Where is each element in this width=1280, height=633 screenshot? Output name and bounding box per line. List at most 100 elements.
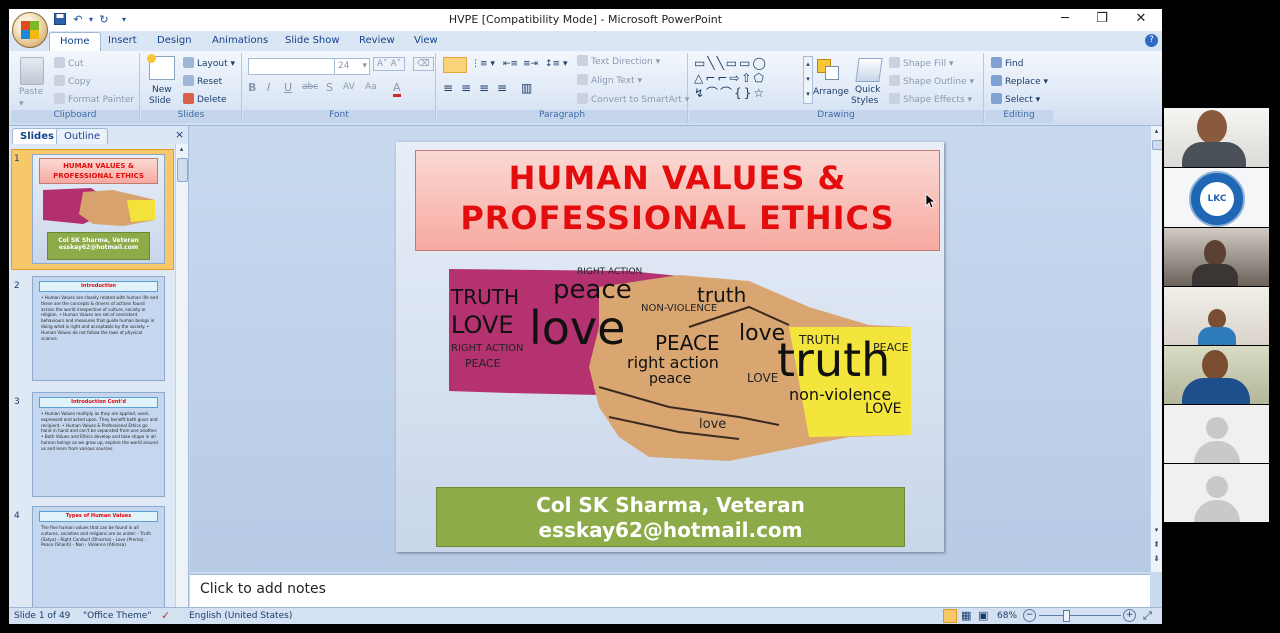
quick-styles-icon[interactable]: [855, 58, 883, 82]
numbering-icon[interactable]: ⋮≡ ▾: [471, 59, 495, 69]
shapes-scroll[interactable]: ▴ ▾ ▾: [803, 56, 813, 104]
shadow-button[interactable]: S: [326, 81, 333, 94]
find-button[interactable]: Find: [991, 57, 1023, 69]
bullets-icon[interactable]: [443, 57, 467, 73]
zoom-out-icon[interactable]: −: [1023, 609, 1036, 622]
format-painter-button[interactable]: Format Painter: [54, 93, 134, 105]
align-center-icon[interactable]: ≡: [461, 81, 471, 95]
align-right-icon[interactable]: ≡: [479, 81, 489, 95]
notes-pane[interactable]: Click to add notes: [190, 574, 1150, 608]
font-color-button[interactable]: A: [393, 81, 401, 97]
font-size-box[interactable]: 24 ▾: [334, 58, 370, 75]
arrange-icon[interactable]: [817, 59, 839, 80]
previous-slide-icon[interactable]: ⇞: [1152, 540, 1161, 552]
tab-review[interactable]: Review: [359, 35, 395, 46]
justify-icon[interactable]: ≡: [497, 81, 507, 95]
spellcheck-icon[interactable]: ✓: [161, 609, 170, 622]
delete-slide-button[interactable]: Delete: [183, 93, 227, 105]
tab-slide-show[interactable]: Slide Show: [285, 35, 340, 46]
text-direction-button[interactable]: Text Direction ▾: [577, 55, 660, 67]
normal-view-icon[interactable]: [943, 609, 957, 623]
slide-sorter-icon[interactable]: ▦: [961, 609, 971, 622]
tab-animations[interactable]: Animations: [212, 35, 268, 46]
participant-video-1[interactable]: [1164, 108, 1269, 167]
participant-video-5[interactable]: [1164, 346, 1269, 404]
redo-icon[interactable]: ↻: [97, 13, 111, 27]
slide-thumb-4[interactable]: Types of Human Values The five human val…: [32, 506, 165, 608]
quick-styles-label-2[interactable]: Styles: [851, 96, 878, 106]
participant-video-4[interactable]: [1164, 287, 1269, 345]
restore-button[interactable]: ❐: [1084, 9, 1120, 31]
paste-button[interactable]: Paste: [19, 87, 43, 97]
decrease-indent-icon[interactable]: ⇤≡: [503, 59, 518, 69]
slide-thumb-2[interactable]: Introduction • Human Values are closely …: [32, 276, 165, 381]
cut-button[interactable]: Cut: [54, 57, 84, 69]
italic-button[interactable]: I: [267, 81, 270, 94]
paste-dropdown-icon[interactable]: ▾: [19, 99, 24, 109]
char-spacing-button[interactable]: AV: [343, 82, 355, 92]
zoom-level[interactable]: 68%: [997, 611, 1017, 621]
undo-icon[interactable]: ↶: [71, 13, 85, 27]
columns-icon[interactable]: ▥: [521, 81, 532, 95]
slide-thumb-1[interactable]: HUMAN VALUES & PROFESSIONAL ETHICS Col S…: [32, 154, 165, 264]
handshake-wordcloud-image[interactable]: TRUTH peace RIGHT ACTION LOVE love NON-V…: [449, 267, 911, 462]
fit-to-window-icon[interactable]: ⤢: [1143, 609, 1152, 623]
bold-button[interactable]: B: [248, 81, 256, 94]
replace-button[interactable]: Replace ▾: [991, 75, 1048, 87]
quick-styles-label-1[interactable]: Quick: [855, 85, 880, 95]
scroll-thumb[interactable]: [177, 158, 188, 182]
shape-fill-button[interactable]: Shape Fill ▾: [889, 57, 953, 69]
slide-thumb-3[interactable]: Introduction Cont'd • Human Values multi…: [32, 392, 165, 497]
grow-font-button[interactable]: A˄ A˅: [373, 57, 406, 71]
shapes-gallery[interactable]: ▭╲╲▭▭◯ △⌐⌐⇨⇧⬠ ↯⌒⌒{}☆: [694, 56, 802, 102]
new-slide-label-2[interactable]: Slide: [149, 96, 171, 106]
new-slide-label-1[interactable]: New: [152, 85, 172, 95]
tab-outline[interactable]: Outline: [56, 128, 109, 144]
minimize-button[interactable]: ─: [1047, 9, 1083, 31]
tab-slides[interactable]: Slides: [12, 128, 62, 144]
arrange-button[interactable]: Arrange: [813, 87, 849, 97]
strikethrough-button[interactable]: abc: [302, 82, 318, 92]
tab-view[interactable]: View: [414, 35, 438, 46]
slide-title-box[interactable]: HUMAN VALUES & PROFESSIONAL ETHICS: [415, 150, 940, 251]
copy-button[interactable]: Copy: [54, 75, 91, 87]
customize-qat-icon[interactable]: ▾: [117, 13, 131, 27]
shape-effects-button[interactable]: Shape Effects ▾: [889, 93, 972, 105]
undo-dropdown-icon[interactable]: ▾: [84, 13, 98, 27]
shape-outline-button[interactable]: Shape Outline ▾: [889, 75, 974, 87]
select-button[interactable]: Select ▾: [991, 93, 1040, 105]
change-case-button[interactable]: Aa: [365, 82, 377, 92]
align-text-button[interactable]: Align Text ▾: [577, 74, 642, 86]
presenter-box[interactable]: Col SK Sharma, Veteran esskay62@hotmail.…: [436, 487, 905, 547]
paste-icon[interactable]: [20, 57, 44, 85]
participant-video-6[interactable]: [1164, 405, 1269, 463]
tab-design[interactable]: Design: [157, 35, 192, 46]
participant-video-2[interactable]: LKC: [1164, 168, 1269, 227]
slides-pane-scrollbar[interactable]: ▴: [175, 144, 188, 607]
participant-video-7[interactable]: [1164, 464, 1269, 522]
slide-show-icon[interactable]: ▣: [978, 609, 988, 622]
zoom-in-icon[interactable]: +: [1123, 609, 1136, 622]
align-left-icon[interactable]: ≡: [443, 81, 453, 95]
reset-button[interactable]: Reset: [183, 75, 222, 87]
office-button[interactable]: [12, 12, 48, 48]
language[interactable]: English (United States): [189, 611, 292, 621]
current-slide[interactable]: HUMAN VALUES & PROFESSIONAL ETHICS TRUTH…: [396, 142, 944, 552]
convert-smartart-button[interactable]: Convert to SmartArt ▾: [577, 93, 689, 105]
scroll-up-icon[interactable]: ▴: [177, 145, 186, 155]
new-slide-icon[interactable]: [147, 54, 175, 80]
increase-indent-icon[interactable]: ≡⇥: [523, 59, 538, 69]
close-pane-icon[interactable]: ×: [175, 128, 184, 141]
close-button[interactable]: ✕: [1123, 9, 1159, 31]
next-slide-icon[interactable]: ⇟: [1152, 554, 1161, 566]
layout-button[interactable]: Layout ▾: [183, 57, 235, 69]
slide-scrollbar[interactable]: ▴ ▾ ⇞ ⇟: [1150, 126, 1162, 572]
zoom-slider-track[interactable]: [1039, 615, 1121, 616]
help-icon[interactable]: ?: [1145, 34, 1158, 47]
line-spacing-icon[interactable]: ↕≡ ▾: [545, 59, 567, 69]
scroll-thumb[interactable]: [1152, 140, 1162, 150]
clear-formatting-button[interactable]: ⌫: [413, 57, 434, 71]
scroll-down-icon[interactable]: ▾: [1152, 526, 1161, 536]
tab-insert[interactable]: Insert: [108, 35, 137, 46]
participant-video-3[interactable]: [1164, 228, 1269, 286]
